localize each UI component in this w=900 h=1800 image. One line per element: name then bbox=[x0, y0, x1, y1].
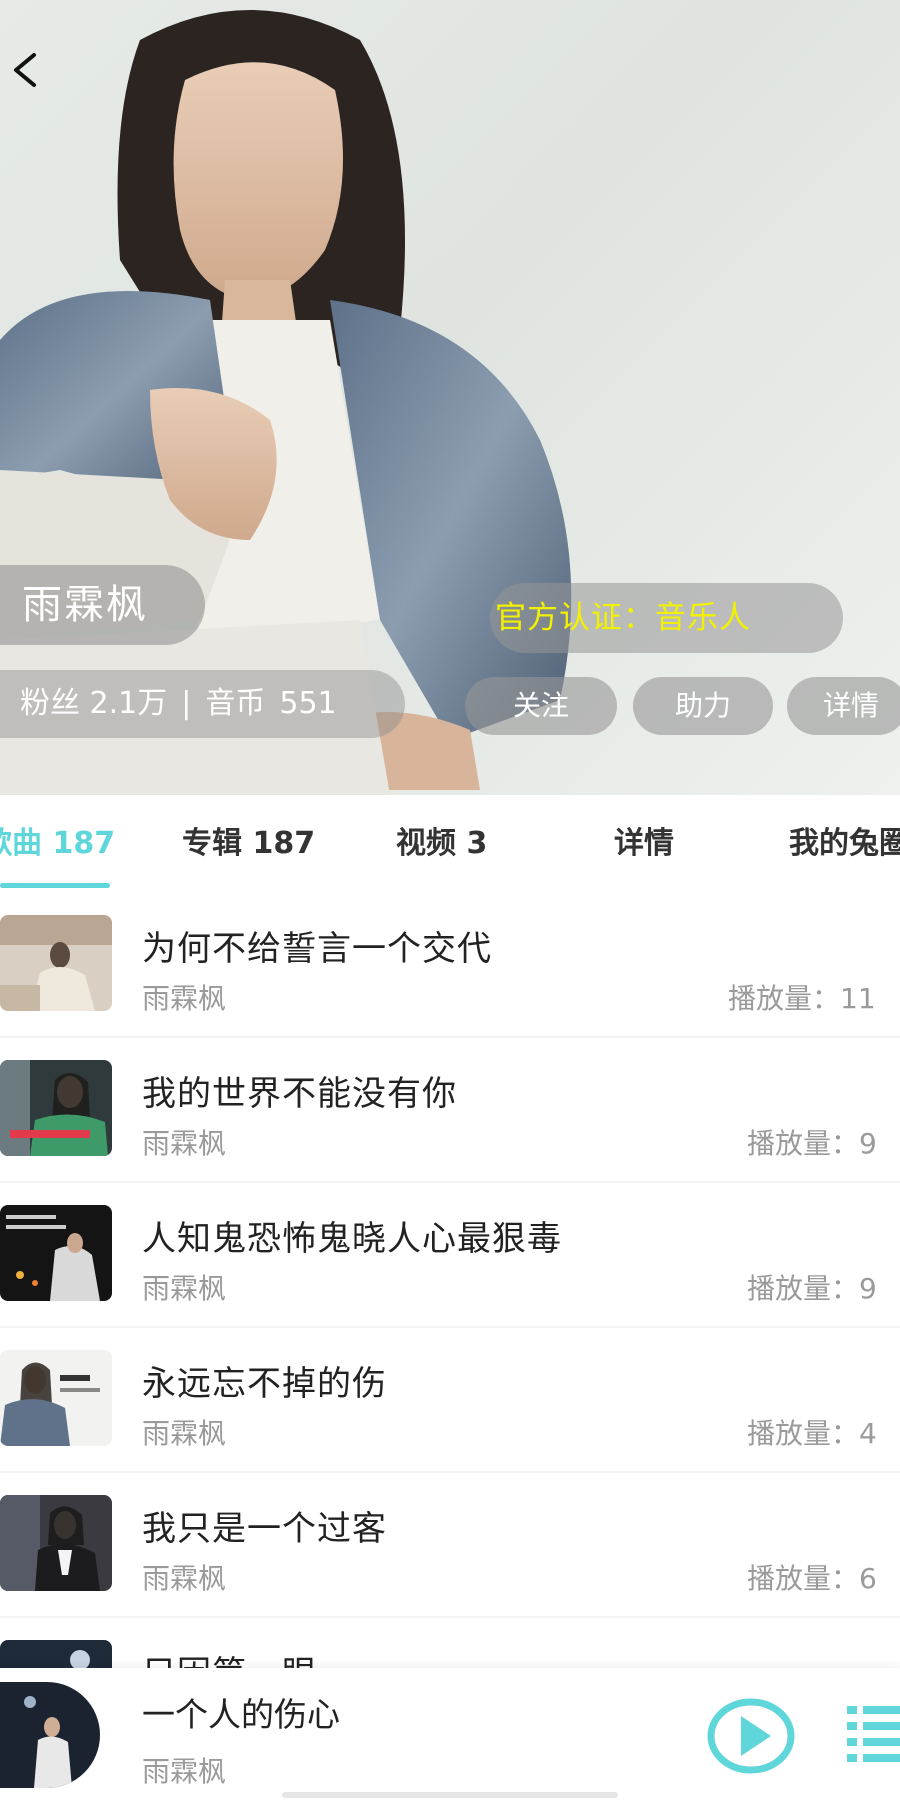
play-button[interactable] bbox=[707, 1698, 795, 1774]
song-row[interactable]: 只因第一眼 bbox=[0, 1618, 900, 1673]
player-cover bbox=[0, 1682, 100, 1788]
tab-songs[interactable]: 歌曲 187 bbox=[0, 795, 115, 893]
song-title: 我的世界不能没有你 bbox=[142, 1074, 457, 1114]
song-cover bbox=[0, 1060, 112, 1156]
follow-button[interactable]: 关注 bbox=[465, 677, 617, 735]
stats-separator: | bbox=[181, 686, 192, 721]
song-artist: 雨霖枫 bbox=[142, 1127, 227, 1160]
song-cover bbox=[0, 1350, 112, 1446]
artist-hero: 雨霖枫 官方认证：音乐人 粉丝 2.1万 | 音币 551 关注 助力 详情 bbox=[0, 0, 900, 795]
coins-label: 音币 bbox=[205, 686, 266, 721]
song-artist: 雨霖枫 bbox=[142, 1417, 227, 1450]
tab-videos[interactable]: 视频 3 bbox=[396, 795, 487, 893]
tab-my-circle[interactable]: 我的兔圈 bbox=[789, 795, 900, 893]
song-row[interactable]: 我的世界不能没有你 雨霖枫 播放量：9 bbox=[0, 1038, 900, 1183]
song-title: 永远忘不掉的伤 bbox=[142, 1364, 387, 1404]
song-play-count: 播放量：9 bbox=[747, 1127, 877, 1160]
song-title: 我只是一个过客 bbox=[142, 1509, 387, 1549]
song-list: 为何不给誓言一个交代 雨霖枫 播放量：11 我的世界不能没有你 雨霖枫 播放量：… bbox=[0, 893, 900, 1673]
song-artist: 雨霖枫 bbox=[142, 982, 227, 1015]
play-icon bbox=[707, 1698, 795, 1774]
tab-details[interactable]: 详情 bbox=[614, 795, 674, 893]
song-row[interactable]: 永远忘不掉的伤 雨霖枫 播放量：4 bbox=[0, 1328, 900, 1473]
song-artist: 雨霖枫 bbox=[142, 1272, 227, 1305]
artist-stats: 粉丝 2.1万 | 音币 551 bbox=[0, 670, 405, 738]
mini-player[interactable]: 一个人的伤心 雨霖枫 bbox=[0, 1668, 900, 1800]
artist-name: 雨霖枫 bbox=[0, 565, 205, 645]
tab-albums[interactable]: 专辑 187 bbox=[182, 795, 315, 893]
playlist-button[interactable] bbox=[845, 1700, 900, 1770]
certification-badge: 官方认证：音乐人 bbox=[490, 583, 843, 653]
active-tab-indicator bbox=[0, 883, 110, 888]
song-cover bbox=[0, 915, 112, 1011]
player-artist: 雨霖枫 bbox=[142, 1755, 227, 1788]
fans-label: 粉丝 bbox=[20, 686, 80, 721]
song-cover bbox=[0, 1205, 112, 1301]
song-title: 为何不给誓言一个交代 bbox=[142, 929, 492, 969]
details-button[interactable]: 详情 bbox=[787, 677, 900, 735]
back-arrow-icon bbox=[14, 53, 36, 87]
song-cover bbox=[0, 1495, 112, 1591]
player-song-title: 一个人的伤心 bbox=[142, 1695, 340, 1734]
song-row[interactable]: 为何不给誓言一个交代 雨霖枫 播放量：11 bbox=[0, 893, 900, 1038]
home-indicator bbox=[282, 1792, 618, 1798]
playlist-icon bbox=[847, 1706, 900, 1762]
song-play-count: 播放量：11 bbox=[728, 982, 876, 1015]
back-button[interactable] bbox=[0, 40, 50, 100]
song-artist: 雨霖枫 bbox=[142, 1562, 227, 1595]
song-play-count: 播放量：9 bbox=[747, 1272, 877, 1305]
tab-bar: 歌曲 187 专辑 187 视频 3 详情 我的兔圈 bbox=[0, 795, 900, 893]
fans-value: 2.1万 bbox=[89, 686, 168, 721]
song-play-count: 播放量：6 bbox=[747, 1562, 877, 1595]
song-row[interactable]: 人知鬼恐怖鬼晓人心最狠毒 雨霖枫 播放量：9 bbox=[0, 1183, 900, 1328]
song-row[interactable]: 我只是一个过客 雨霖枫 播放量：6 bbox=[0, 1473, 900, 1618]
coins-value: 551 bbox=[279, 686, 337, 721]
song-title: 人知鬼恐怖鬼晓人心最狠毒 bbox=[142, 1219, 562, 1259]
boost-button[interactable]: 助力 bbox=[633, 677, 773, 735]
song-play-count: 播放量：4 bbox=[747, 1417, 877, 1450]
